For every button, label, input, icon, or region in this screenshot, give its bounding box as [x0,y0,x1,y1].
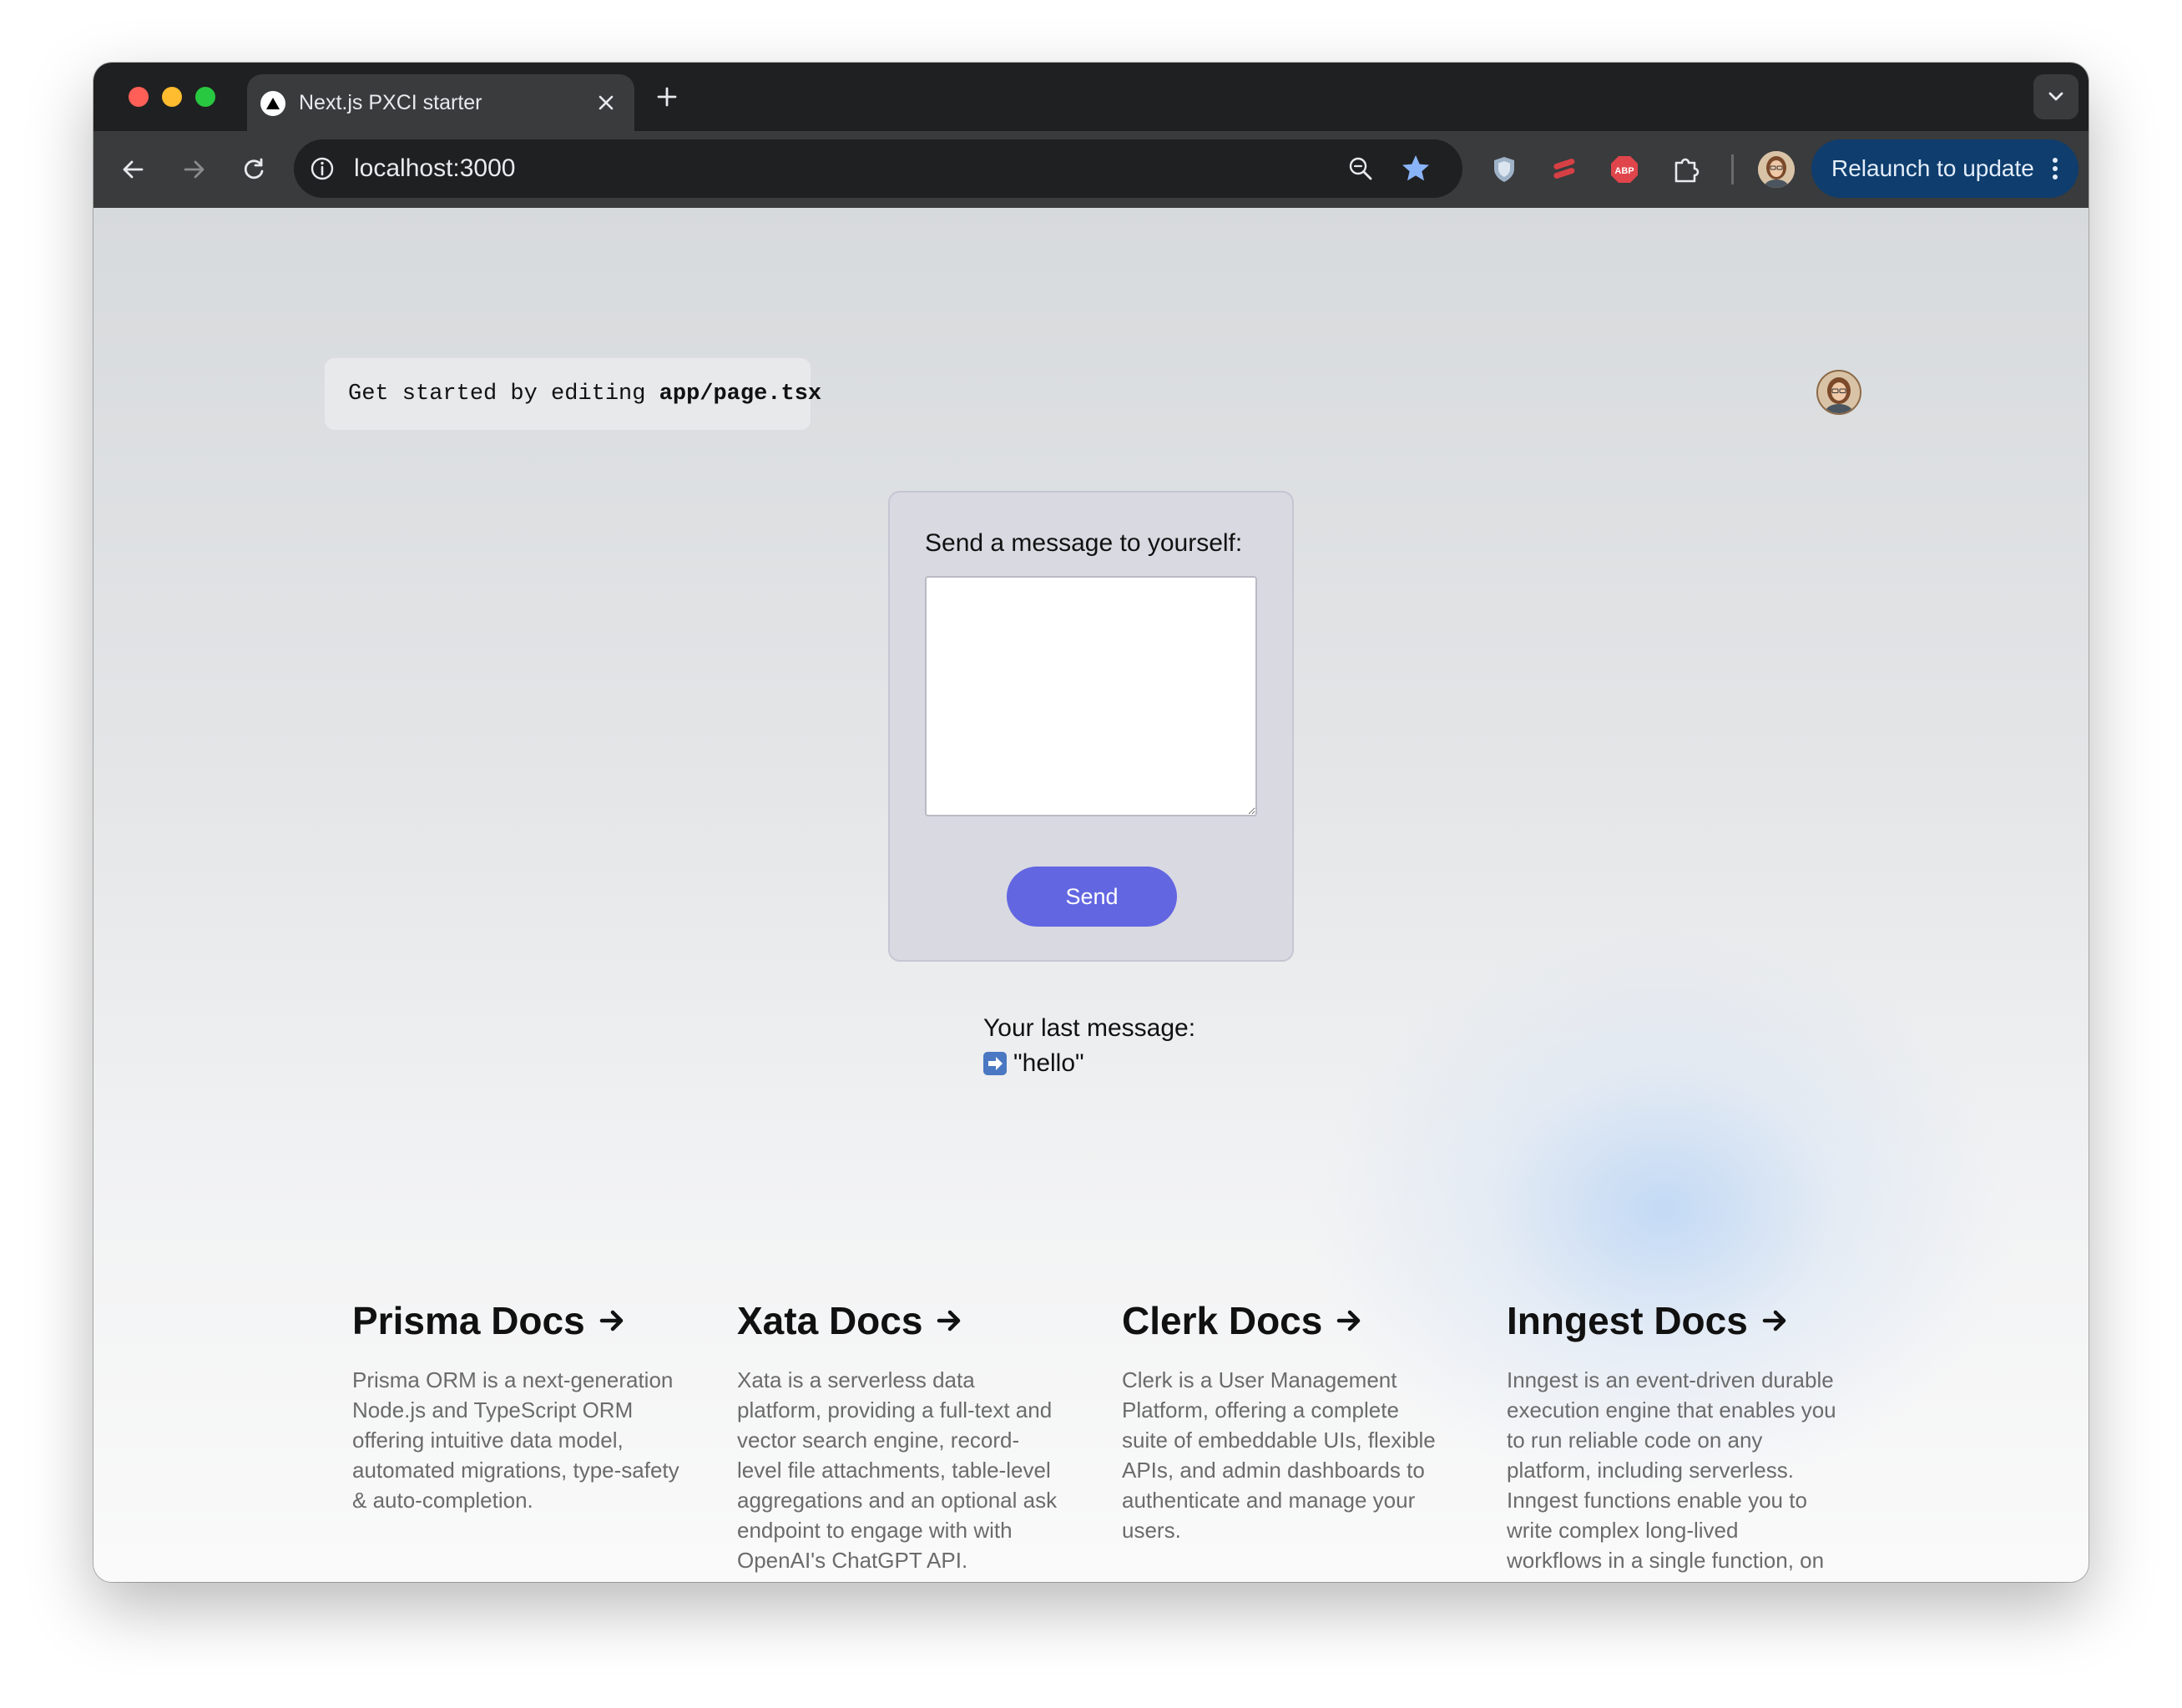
doc-card-prisma[interactable]: Prisma Docs Prisma ORM is a next-generat… [352,1298,686,1515]
nextjs-favicon-icon [260,91,285,116]
doc-description: Inngest is an event-driven durable execu… [1507,1367,1836,1582]
last-message: "hello" [983,1049,1084,1078]
profile-avatar[interactable] [1758,151,1795,188]
relaunch-to-update-button[interactable]: Relaunch to update [1811,139,2078,198]
doc-title-text: Prisma Docs [352,1299,585,1342]
maximize-window-button[interactable] [195,87,215,107]
doc-title-text: Xata Docs [737,1299,923,1342]
adblock-extension-icon[interactable]: ABP [1606,151,1643,188]
doc-title[interactable]: Prisma Docs [352,1298,686,1343]
last-message-value: "hello" [1013,1049,1084,1077]
reload-icon[interactable] [235,151,272,188]
get-started-text: Get started by editing [348,382,659,407]
doc-description: Clerk is a User Management Platform, off… [1122,1367,1436,1543]
right-arrow-emoji-icon [983,1052,1007,1075]
tab-search-button[interactable] [2033,74,2078,119]
new-tab-icon[interactable] [651,81,683,113]
arrow-right-icon [1762,1310,1786,1332]
doc-description: Xata is a serverless data platform, prov… [737,1367,1058,1573]
browser-toolbar: localhost:3000 ABP Relaunch to update [93,131,2089,208]
minimize-window-button[interactable] [162,87,182,107]
doc-title[interactable]: Xata Docs [737,1298,1063,1343]
doc-card-clerk[interactable]: Clerk Docs Clerk is a User Management Pl… [1122,1298,1447,1545]
message-form: Send a message to yourself: Send [888,491,1294,962]
doc-title[interactable]: Clerk Docs [1122,1298,1447,1343]
send-button[interactable]: Send [1007,867,1177,927]
message-textarea[interactable] [925,576,1257,816]
url-text: localhost:3000 [354,154,516,182]
more-options-icon[interactable] [2048,154,2062,184]
user-avatar[interactable] [1816,370,1861,415]
arrow-right-icon [1337,1310,1361,1332]
doc-card-xata[interactable]: Xata Docs Xata is a serverless data plat… [737,1298,1063,1575]
doc-title[interactable]: Inngest Docs [1507,1298,1836,1343]
doc-card-inngest[interactable]: Inngest Docs Inngest is an event-driven … [1507,1298,1836,1582]
doc-description: Prisma ORM is a next-generation Node.js … [352,1367,679,1513]
arrow-right-icon [599,1310,623,1332]
relaunch-label: Relaunch to update [1831,155,2034,181]
active-tab[interactable]: Next.js PXCI starter [247,74,634,131]
bookmark-star-icon[interactable] [1399,152,1432,185]
arrow-right-icon [937,1310,961,1332]
shield-extension-icon[interactable] [1486,151,1523,188]
last-message-label: Your last message: [983,1014,1196,1042]
svg-text:ABP: ABP [1614,166,1634,176]
tab-title: Next.js PXCI starter [299,91,482,114]
get-started-filename: app/page.tsx [659,382,822,407]
tab-strip: Next.js PXCI starter [93,63,2089,131]
get-started-callout: Get started by editing app/page.tsx [323,356,821,432]
message-form-label: Send a message to yourself: [925,529,1243,557]
close-window-button[interactable] [129,87,149,107]
doc-title-text: Inngest Docs [1507,1299,1748,1342]
forward-icon[interactable] [175,151,212,188]
site-info-icon[interactable] [307,154,337,184]
chevron-down-icon [2048,92,2063,101]
lastpass-extension-icon[interactable] [1546,151,1583,188]
extensions-puzzle-icon[interactable] [1668,151,1705,188]
toolbar-separator [1731,154,1734,184]
doc-title-text: Clerk Docs [1122,1299,1323,1342]
browser-window: Next.js PXCI starter localhost:3000 ABP … [93,63,2089,1582]
back-icon[interactable] [115,151,152,188]
page-viewport: Get started by editing app/page.tsx Send… [93,208,2089,1582]
address-bar[interactable]: localhost:3000 [294,139,1462,198]
close-tab-icon[interactable] [593,89,619,116]
zoom-icon[interactable] [1346,154,1376,184]
